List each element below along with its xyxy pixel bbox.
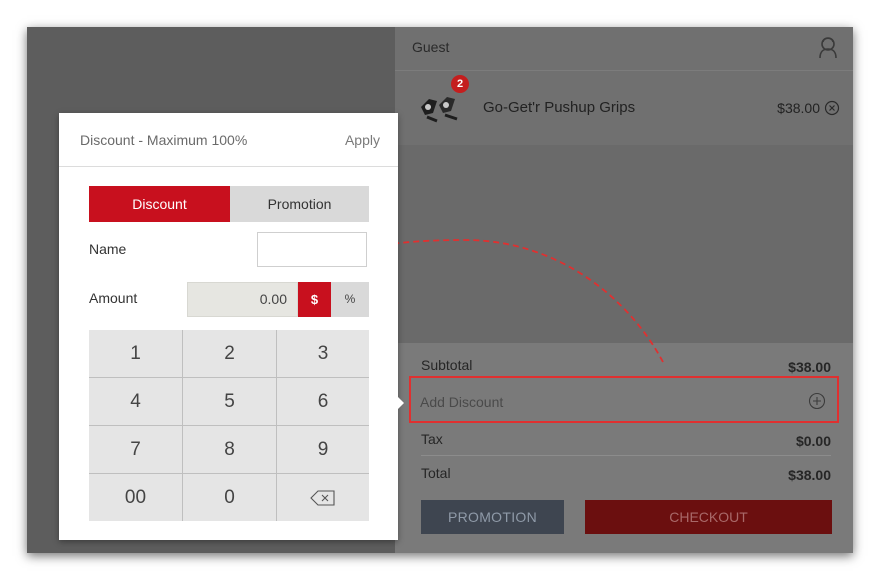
subtotal-label: Subtotal xyxy=(421,357,473,373)
popup-title: Discount - Maximum 100% xyxy=(80,132,248,148)
keypad-key-00[interactable]: 00 xyxy=(89,474,182,521)
discount-popup: Discount - Maximum 100% Apply Discount P… xyxy=(59,113,404,540)
backspace-icon xyxy=(310,490,335,506)
cart-header: Guest xyxy=(395,27,853,71)
popup-pointer xyxy=(396,395,404,411)
customer-profile-icon[interactable] xyxy=(815,34,841,60)
checkout-button[interactable]: CHECKOUT xyxy=(585,500,832,534)
keypad-key-4[interactable]: 4 xyxy=(89,378,182,425)
item-price: $38.00 xyxy=(777,100,820,116)
keypad-key-7[interactable]: 7 xyxy=(89,426,182,473)
promotion-button[interactable]: PROMOTION xyxy=(421,500,564,534)
dollar-toggle[interactable]: $ xyxy=(298,282,331,317)
tax-label: Tax xyxy=(421,431,443,447)
keypad-key-3[interactable]: 3 xyxy=(277,330,369,377)
tax-value: $0.00 xyxy=(795,433,831,449)
keypad-backspace[interactable] xyxy=(277,474,369,521)
tab-discount[interactable]: Discount xyxy=(89,186,230,222)
cart-panel: Guest 2 Go-Get'r Pushup Grips $38.00 Sub… xyxy=(395,27,853,553)
quantity-badge: 2 xyxy=(451,75,469,93)
numeric-keypad: 1 2 3 4 5 6 7 8 9 00 0 xyxy=(89,330,369,521)
total-label: Total xyxy=(421,465,451,481)
add-discount-label[interactable]: Add Discount xyxy=(420,394,503,410)
add-discount-row[interactable]: Add Discount xyxy=(409,376,839,423)
keypad-key-1[interactable]: 1 xyxy=(89,330,182,377)
keypad-key-6[interactable]: 6 xyxy=(277,378,369,425)
cart-line-item[interactable]: 2 Go-Get'r Pushup Grips $38.00 xyxy=(395,71,853,145)
total-value: $38.00 xyxy=(788,467,831,483)
add-circle-icon[interactable] xyxy=(808,392,826,410)
keypad-key-8[interactable]: 8 xyxy=(183,426,276,473)
customer-name[interactable]: Guest xyxy=(412,39,449,55)
subtotal-value: $38.00 xyxy=(788,359,831,375)
amount-label: Amount xyxy=(89,290,138,306)
item-name: Go-Get'r Pushup Grips xyxy=(483,99,636,116)
keypad-key-9[interactable]: 9 xyxy=(277,426,369,473)
keypad-key-2[interactable]: 2 xyxy=(183,330,276,377)
apply-button[interactable]: Apply xyxy=(345,132,380,148)
amount-input[interactable]: 0.00 xyxy=(187,282,298,317)
cart-totals: Subtotal $38.00 Add Discount Tax $0.00 T… xyxy=(395,343,853,553)
divider xyxy=(421,455,831,456)
keypad-key-0[interactable]: 0 xyxy=(183,474,276,521)
percent-toggle[interactable]: % xyxy=(331,282,369,317)
keypad-key-5[interactable]: 5 xyxy=(183,378,276,425)
name-input[interactable] xyxy=(257,232,367,267)
popup-header: Discount - Maximum 100% Apply xyxy=(59,113,398,167)
tab-promotion[interactable]: Promotion xyxy=(230,186,369,222)
remove-circle-icon[interactable] xyxy=(824,100,840,116)
name-label: Name xyxy=(89,241,127,257)
